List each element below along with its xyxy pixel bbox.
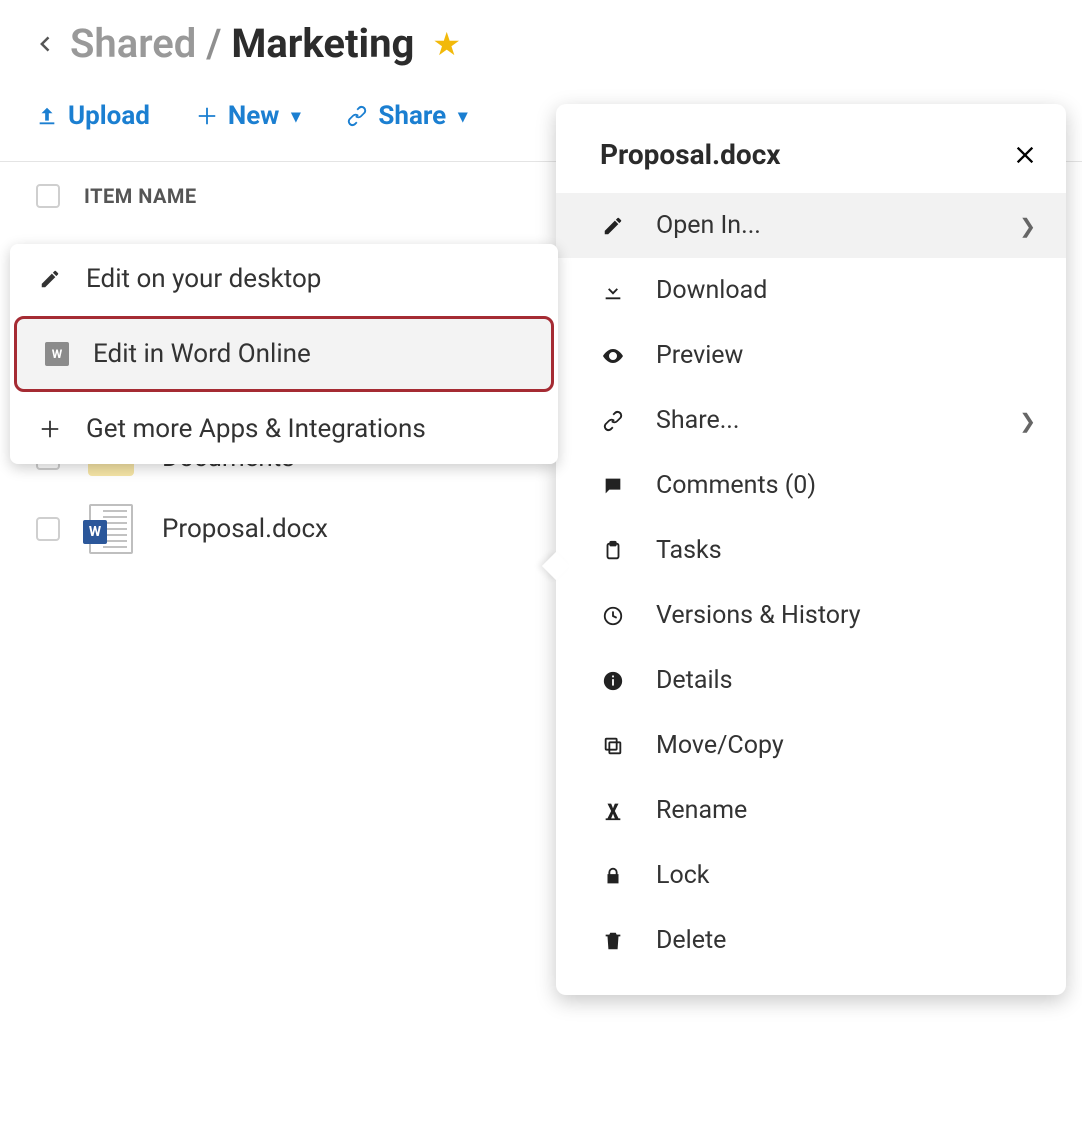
submenu-edit-word-online[interactable]: W Edit in Word Online	[14, 316, 554, 392]
ctx-delete[interactable]: Delete	[556, 908, 1066, 973]
clipboard-icon	[600, 540, 626, 562]
rename-icon	[600, 800, 626, 822]
row-label: Proposal.docx	[162, 514, 328, 544]
info-icon	[600, 670, 626, 692]
context-menu-title: Proposal.docx	[600, 138, 781, 171]
ctx-move-copy[interactable]: Move/Copy	[556, 713, 1066, 778]
copy-icon	[600, 735, 626, 757]
open-in-submenu: Edit on your desktop W Edit in Word Onli…	[10, 244, 558, 464]
ctx-label: Tasks	[656, 536, 722, 565]
row-checkbox[interactable]	[36, 517, 60, 541]
ctx-label: Details	[656, 666, 733, 695]
ctx-details[interactable]: Details	[556, 648, 1066, 713]
upload-icon	[36, 105, 58, 127]
link-icon	[600, 410, 626, 432]
ctx-open-in[interactable]: Open In... ❯	[556, 193, 1066, 258]
breadcrumb-path: Shared / Marketing	[70, 20, 414, 67]
new-label: New	[228, 101, 279, 131]
close-icon[interactable]	[1014, 144, 1036, 166]
ctx-label: Preview	[656, 341, 743, 370]
ctx-label: Open In...	[656, 211, 761, 240]
lock-icon	[600, 865, 626, 887]
ctx-label: Share...	[656, 406, 739, 435]
upload-button[interactable]: Upload	[36, 101, 150, 131]
upload-label: Upload	[68, 101, 150, 131]
breadcrumb: Shared / Marketing ★	[0, 0, 1082, 77]
pencil-icon	[600, 215, 626, 237]
clock-icon	[600, 605, 626, 627]
chevron-down-icon: ▾	[291, 106, 300, 127]
share-button[interactable]: Share ▾	[346, 101, 467, 131]
favorite-star-icon[interactable]: ★	[432, 25, 461, 63]
ctx-preview[interactable]: Preview	[556, 323, 1066, 388]
submenu-label: Edit on your desktop	[86, 264, 321, 294]
ctx-label: Lock	[656, 861, 709, 890]
column-item-name[interactable]: ITEM NAME	[84, 184, 197, 208]
ctx-label: Delete	[656, 926, 726, 955]
ctx-download[interactable]: Download	[556, 258, 1066, 323]
ctx-share[interactable]: Share... ❯	[556, 388, 1066, 453]
ctx-label: Versions & History	[656, 601, 861, 630]
submenu-label: Get more Apps & Integrations	[86, 414, 426, 444]
submenu-label: Edit in Word Online	[93, 339, 311, 369]
ctx-versions[interactable]: Versions & History	[556, 583, 1066, 648]
back-button[interactable]	[36, 34, 56, 54]
new-button[interactable]: New ▾	[196, 101, 301, 131]
chevron-down-icon: ▾	[458, 106, 467, 127]
ctx-label: Move/Copy	[656, 731, 784, 760]
breadcrumb-parent[interactable]: Shared	[70, 20, 196, 67]
ctx-tasks[interactable]: Tasks	[556, 518, 1066, 583]
ctx-lock[interactable]: Lock	[556, 843, 1066, 908]
chevron-right-icon: ❯	[1019, 214, 1036, 238]
context-menu: Proposal.docx Open In... ❯ Download Prev…	[556, 104, 1066, 995]
ctx-label: Rename	[656, 796, 747, 825]
submenu-get-more-apps[interactable]: Get more Apps & Integrations	[10, 394, 558, 464]
plus-icon	[196, 105, 218, 127]
word-icon: W	[43, 342, 71, 366]
share-label: Share	[378, 101, 446, 131]
breadcrumb-current: Marketing	[231, 20, 414, 67]
select-all-checkbox[interactable]	[36, 184, 60, 208]
ctx-comments[interactable]: Comments (0)	[556, 453, 1066, 518]
trash-icon	[600, 930, 626, 952]
chevron-right-icon: ❯	[1019, 409, 1036, 433]
submenu-edit-desktop[interactable]: Edit on your desktop	[10, 244, 558, 314]
pencil-icon	[36, 268, 64, 290]
word-file-icon: W	[84, 504, 138, 554]
ctx-label: Comments (0)	[656, 471, 816, 500]
download-icon	[600, 280, 626, 302]
link-icon	[346, 105, 368, 127]
plus-icon	[36, 418, 64, 440]
comment-icon	[600, 475, 626, 497]
ctx-rename[interactable]: Rename	[556, 778, 1066, 843]
ctx-label: Download	[656, 276, 767, 305]
breadcrumb-separator: /	[206, 20, 221, 67]
eye-icon	[600, 344, 626, 368]
